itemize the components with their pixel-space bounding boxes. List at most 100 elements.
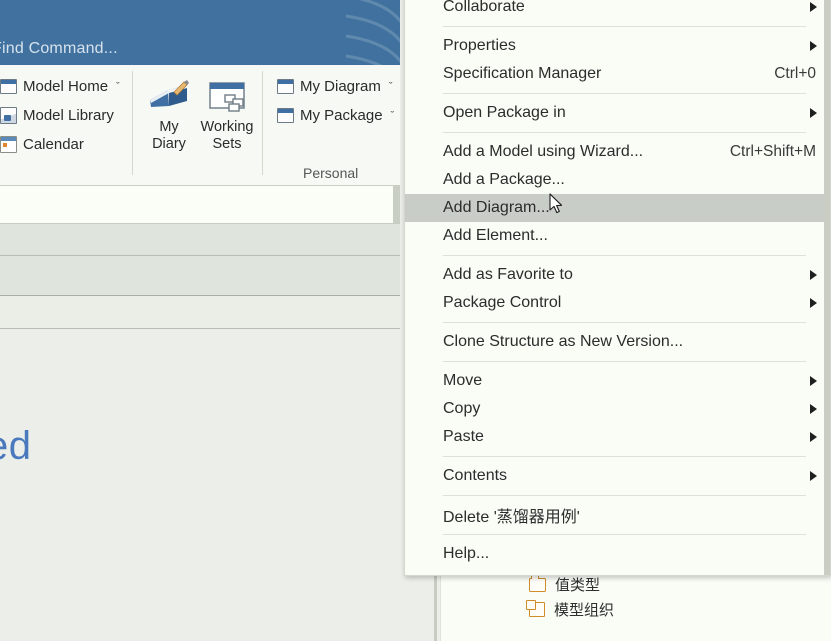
menu-item-copy[interactable]: Copy (405, 395, 830, 423)
ribbon-header: Find Command... (0, 0, 400, 65)
ribbon-command-label-line2: Sets (212, 136, 242, 152)
menu-separator (443, 132, 806, 133)
menu-item-open-package-in[interactable]: Open Package in (405, 99, 830, 127)
ribbon-command-label-line2: Diary (152, 136, 186, 152)
list-item-label: 模型组织 (554, 602, 615, 619)
list-item[interactable]: 值类型 (529, 574, 600, 595)
folder-icon (529, 575, 546, 592)
menu-item-label: Add as Favorite to (443, 266, 573, 283)
toolbox-row-secondary (0, 296, 400, 329)
chevron-down-icon[interactable]: ˇ (389, 81, 393, 93)
ribbon-command-label: Model Library (23, 107, 114, 124)
menu-item-delete[interactable]: Delete '蒸馏器用例' (405, 501, 830, 529)
menu-separator (443, 322, 806, 323)
menu-separator (443, 456, 806, 457)
ribbon-group-name-personal: Personal (303, 165, 359, 181)
menu-item-package-control[interactable]: Package Control (405, 289, 830, 317)
package-window-icon (277, 108, 294, 123)
chevron-down-icon[interactable]: ˇ (391, 110, 395, 122)
menu-item-label: Copy (443, 400, 481, 417)
ribbon-decoration (345, 0, 400, 65)
ribbon-command-model-home[interactable]: Model Home ˇ (0, 78, 120, 95)
ribbon-command-label: My Diagram (300, 78, 381, 95)
find-command-search[interactable]: Find Command... (0, 40, 118, 58)
menu-item-add-a-package[interactable]: Add a Package... (405, 166, 830, 194)
chevron-right-icon (810, 298, 817, 308)
menu-item-label: Contents (443, 467, 508, 484)
ribbon-command-label: Calendar (23, 136, 84, 153)
menu-item-contents[interactable]: Contents (405, 462, 830, 490)
menu-separator (443, 534, 806, 535)
chevron-right-icon (810, 404, 817, 414)
ribbon-command-label: My Package (300, 107, 383, 124)
menu-separator (443, 361, 806, 362)
diary-book-icon (138, 73, 200, 119)
menu-item-label: Open Package in (443, 104, 566, 121)
ribbon-command-label-line1: My (159, 119, 179, 135)
menu-item-add-element[interactable]: Add Element... (405, 222, 830, 250)
menu-separator (443, 255, 806, 256)
library-icon (0, 107, 17, 124)
chevron-right-icon (810, 41, 817, 51)
ribbon-separator-2 (262, 71, 263, 175)
menu-item-label: Properties (443, 37, 516, 54)
menu-item-label: Add a Package... (443, 171, 565, 188)
menu-item-add-as-favorite-to[interactable]: Add as Favorite to (405, 261, 830, 289)
list-item[interactable]: 模型组织 (526, 599, 615, 620)
chevron-down-icon[interactable]: ˇ (116, 81, 120, 93)
list-item-label: 值类型 (555, 577, 601, 594)
menu-item-clone-structure-as-new-version[interactable]: Clone Structure as New Version... (405, 328, 830, 356)
window-icon (0, 79, 17, 94)
menu-item-label: Collaborate (443, 0, 525, 15)
menu-item-shortcut: Ctrl+0 (774, 65, 816, 82)
menu-item-label: Help... (443, 545, 490, 562)
mouse-cursor (549, 193, 563, 214)
menu-item-move[interactable]: Move (405, 367, 830, 395)
menu-separator (443, 495, 806, 496)
diagram-window-icon (277, 79, 294, 94)
chevron-right-icon (810, 376, 817, 386)
ribbon-command-model-library[interactable]: Model Library (0, 107, 114, 124)
working-sets-icon (196, 73, 258, 119)
ribbon-command-calendar[interactable]: Calendar (0, 136, 84, 153)
menu-item-properties[interactable]: Properties (405, 32, 830, 60)
menu-item-label: Clone Structure as New Version... (443, 333, 684, 350)
ribbon-command-my-diagram[interactable]: My Diagram ˇ (277, 78, 393, 95)
menu-item-paste[interactable]: Paste (405, 423, 830, 451)
menu-item-label: Paste (443, 428, 484, 445)
menu-item-label: Add Element... (443, 227, 548, 244)
menu-item-collaborate[interactable]: Collaborate (405, 0, 830, 21)
toolbox-row (0, 256, 400, 296)
menu-item-add-diagram[interactable]: Add Diagram... (405, 194, 830, 222)
chevron-right-icon (810, 471, 817, 481)
menu-item-label: Package Control (443, 294, 562, 311)
chevron-right-icon (810, 2, 817, 12)
ribbon-command-my-package[interactable]: My Package ˇ (277, 107, 394, 124)
menu-item-label: Specification Manager (443, 65, 602, 82)
menu-item-label: Add Diagram... (443, 199, 550, 216)
menu-item-add-a-model-using-wizard[interactable]: Add a Model using Wizard... Ctrl+Shift+M (405, 138, 830, 166)
ribbon-command-my-diary[interactable]: My Diary (138, 73, 200, 153)
menu-item-help[interactable]: Help... (405, 540, 830, 568)
menu-item-specification-manager[interactable]: Specification Manager Ctrl+0 (405, 60, 830, 88)
menu-separator (443, 93, 806, 94)
package-icon (526, 599, 545, 617)
ribbon-separator-1 (132, 71, 133, 175)
menu-item-label: Delete '蒸馏器用例' (443, 509, 580, 526)
chevron-right-icon (810, 270, 817, 280)
ribbon-command-working-sets[interactable]: Working Sets (196, 73, 258, 153)
menu-item-label: Move (443, 372, 483, 389)
menu-item-shortcut: Ctrl+Shift+M (729, 143, 816, 160)
ribbon-command-label: Model Home (23, 78, 109, 95)
panel-scrollbar[interactable] (393, 186, 400, 224)
calendar-icon (0, 136, 17, 153)
ribbon-body: Model Home ˇ Model Library Calendar My D… (0, 65, 400, 186)
menu-scroll-strip[interactable] (824, 0, 830, 575)
menu-separator (443, 26, 806, 27)
menu-item-label: Add a Model using Wizard... (443, 143, 644, 160)
context-menu[interactable]: Collaborate Properties Specification Manag… (404, 0, 831, 576)
toolbar-strip (0, 186, 400, 224)
dropdown-row[interactable] (0, 224, 400, 256)
chevron-right-icon (810, 108, 817, 118)
ribbon-command-label-line1: Working (200, 119, 254, 135)
